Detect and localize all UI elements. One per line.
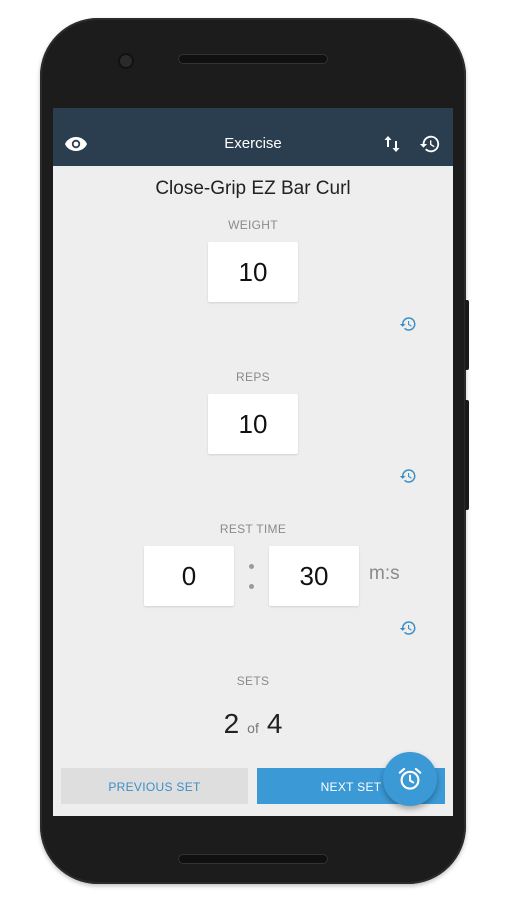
total-sets: 4 bbox=[266, 708, 283, 739]
reps-input[interactable]: 10 bbox=[208, 394, 298, 454]
top-speaker bbox=[178, 54, 328, 64]
bottom-speaker bbox=[178, 854, 328, 864]
rest-time-label: REST TIME bbox=[219, 522, 287, 536]
sets-label: SETS bbox=[236, 674, 270, 688]
time-separator bbox=[248, 558, 256, 598]
app-screen: Exercise Close-Grip EZ Bar Curl WEIGHT 1… bbox=[53, 108, 453, 816]
swap-vertical-icon[interactable] bbox=[378, 130, 406, 158]
rest-minutes-input[interactable]: 0 bbox=[144, 546, 234, 606]
rest-time-unit: m:s bbox=[369, 563, 400, 584]
alarm-fab[interactable] bbox=[383, 752, 437, 806]
sets-of-text: of bbox=[247, 720, 259, 736]
weight-input[interactable]: 10 bbox=[208, 242, 298, 302]
weight-label: WEIGHT bbox=[228, 218, 278, 232]
power-button bbox=[465, 300, 469, 370]
front-camera bbox=[118, 53, 134, 69]
reps-label: REPS bbox=[236, 370, 270, 384]
alarm-clock-icon bbox=[398, 767, 422, 790]
sets-counter: 2 of 4 bbox=[53, 708, 453, 740]
rest-seconds-input[interactable]: 30 bbox=[269, 546, 359, 606]
app-bar: Exercise bbox=[53, 108, 453, 166]
weight-history-icon[interactable] bbox=[399, 315, 417, 333]
volume-button bbox=[465, 400, 469, 510]
rest-history-icon[interactable] bbox=[399, 619, 417, 637]
reps-history-icon[interactable] bbox=[399, 467, 417, 485]
exercise-name: Close-Grip EZ Bar Curl bbox=[155, 178, 351, 199]
current-set: 2 bbox=[223, 708, 240, 739]
previous-set-button[interactable]: PREVIOUS SET bbox=[61, 768, 248, 804]
history-icon[interactable] bbox=[416, 130, 444, 158]
